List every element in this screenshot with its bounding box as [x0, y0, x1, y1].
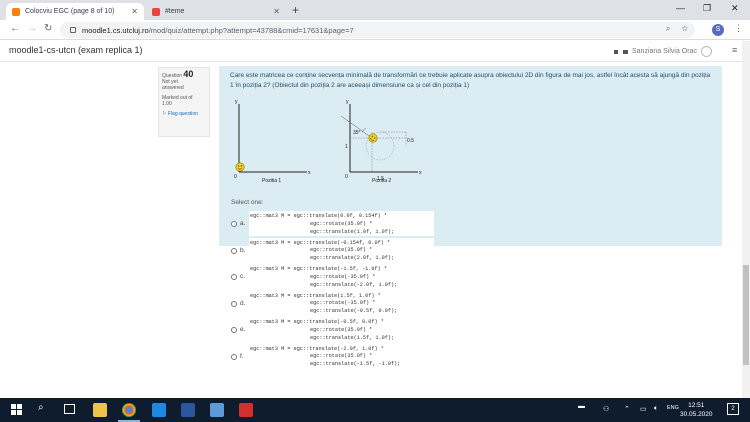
option-letter: c.: [240, 273, 246, 280]
option-a[interactable]: a. egc::mat3 M = egc::translate(0.0f, 0.…: [231, 211, 531, 238]
radio-a[interactable]: [231, 221, 237, 227]
option-letter: e.: [240, 326, 246, 333]
option-letter: f.: [240, 352, 244, 360]
pos1-caption: Pozitia 1: [262, 178, 281, 184]
close-tab-icon[interactable]: ✕: [131, 7, 138, 16]
smiley-pos2-icon: [368, 133, 378, 143]
search-icon[interactable]: ⌕: [38, 402, 44, 413]
moodle-favicon-icon: [12, 7, 20, 16]
quiz-content: Question 40 Not yet answered Marked out …: [0, 62, 742, 398]
tab-title: #teme: [165, 8, 185, 15]
radio-e[interactable]: [231, 327, 237, 333]
notification-icon[interactable]: [614, 49, 618, 54]
option-e[interactable]: e. egc::mat3 M = egc::translate(-0.5f, 0…: [231, 317, 531, 344]
minimize-button[interactable]: —: [676, 3, 685, 13]
hamburger-menu-icon[interactable]: ≡: [732, 45, 737, 55]
pos2-x-label: x: [419, 170, 422, 176]
windows-start-icon[interactable]: [11, 404, 22, 415]
option-letter: a.: [240, 220, 246, 227]
option-b[interactable]: b. egc::mat3 M = egc::translate(-0.154f,…: [231, 237, 531, 265]
tab-title: Colocviu EGC (page 8 of 10): [25, 8, 115, 15]
option-code: egc::mat3 M = egc::translate(1.5f, 1.0f)…: [249, 290, 434, 316]
pos1-x-label: x: [308, 170, 311, 176]
course-title[interactable]: moodle1-cs-utcn (exam replica 1): [9, 45, 143, 55]
option-letter: b.: [240, 246, 246, 254]
browser-toolbar: ← → ↻ moodle1.cs.utcluj.ro/mod/quiz/atte…: [0, 20, 750, 40]
word-icon[interactable]: [181, 403, 195, 417]
option-code: egc::mat3 M = egc::translate(-2.0f, 1.0f…: [249, 343, 434, 369]
smiley-pos1-icon: [235, 162, 245, 172]
moodle-header: moodle1-cs-utcn (exam replica 1) Sanzian…: [0, 41, 742, 62]
photos-icon[interactable]: [210, 403, 224, 417]
close-tab-icon[interactable]: ✕: [273, 7, 280, 16]
transform-figure: y x 0 Pozitia 1 y x 0 35° 0.5 1 1.5 Pozi…: [234, 99, 422, 184]
new-tab-button[interactable]: +: [292, 3, 299, 17]
option-code: egc::mat3 M = egc::translate(-1.5f, -1.0…: [249, 264, 434, 289]
browser-menu-icon[interactable]: ⋮: [734, 23, 743, 34]
pos2-y-label: y: [346, 99, 349, 105]
volume-icon[interactable]: 🔈︎: [654, 405, 658, 413]
reload-icon[interactable]: ↻: [44, 23, 52, 34]
scrollbar-thumb[interactable]: [743, 265, 749, 365]
tray-app-icon[interactable]: ▬: [578, 403, 585, 410]
forward-arrow-icon[interactable]: →: [27, 23, 37, 34]
chrome-icon[interactable]: [122, 403, 136, 417]
avatar: [700, 46, 712, 57]
windows-taskbar: ⌕ ▬ ⚇ ⌃ ▭ 🔈︎ ENG 12:51 30.05.2020 2: [0, 398, 750, 422]
pos2-caption: Pozitia 2: [372, 178, 391, 184]
notification-center-icon[interactable]: 2: [727, 403, 739, 415]
mail-icon[interactable]: [152, 403, 166, 417]
back-arrow-icon[interactable]: ←: [10, 23, 20, 34]
pos2-y-tick: 1: [345, 144, 348, 150]
select-one-label: Select one:: [231, 199, 264, 206]
pos2-angle-label: 35°: [353, 130, 361, 136]
pos1-origin: 0: [234, 174, 237, 180]
user-name: Sanziana Silvia Orac: [632, 48, 697, 55]
favicon-icon: [152, 7, 160, 16]
lock-icon: [70, 27, 76, 33]
option-f[interactable]: f. egc::mat3 M = egc::translate(-2.0f, 1…: [231, 343, 531, 371]
url-path: /mod/quiz/attempt.php?attempt=43788&cmid…: [148, 25, 354, 35]
tab-colocviu[interactable]: Colocviu EGC (page 8 of 10) ✕: [6, 3, 144, 20]
people-icon[interactable]: ⚇: [603, 405, 609, 413]
language-indicator[interactable]: ENG: [667, 405, 679, 411]
browser-tab-strip: Colocviu EGC (page 8 of 10) ✕ #teme ✕ + …: [0, 0, 750, 20]
clock[interactable]: 12:51 30.05.2020: [680, 401, 713, 419]
url-host: moodle1.cs.utcluj.ro: [82, 25, 149, 35]
task-view-icon[interactable]: [64, 404, 75, 414]
user-menu[interactable]: Sanziana Silvia Orac: [614, 46, 712, 57]
answer-options: Select one: a. egc::mat3 M = egc::transl…: [231, 199, 531, 370]
page-scrollbar[interactable]: [742, 41, 750, 398]
tab-teme[interactable]: #teme ✕: [146, 3, 286, 20]
chevron-up-icon[interactable]: ⌃: [624, 405, 630, 413]
option-c[interactable]: c. egc::mat3 M = egc::translate(-1.5f, -…: [231, 264, 531, 291]
file-explorer-icon[interactable]: [93, 403, 107, 417]
acrobat-icon[interactable]: [239, 403, 253, 417]
pos1-y-label: y: [235, 99, 238, 105]
radio-b[interactable]: [231, 247, 237, 254]
pos2-offset-label: 0.5: [407, 138, 414, 144]
clock-date: 30.05.2020: [680, 411, 713, 418]
radio-c[interactable]: [231, 274, 237, 280]
close-window-button[interactable]: ✕: [731, 3, 739, 14]
maximize-button[interactable]: ❐: [703, 3, 711, 14]
message-icon[interactable]: [623, 49, 628, 54]
option-code: egc::mat3 M = egc::translate(0.0f, 0.154…: [249, 211, 434, 236]
zoom-icon[interactable]: ⌕ ☆: [666, 24, 688, 34]
address-bar[interactable]: moodle1.cs.utcluj.ro/mod/quiz/attempt.ph…: [60, 22, 695, 38]
option-letter: d.: [240, 299, 246, 307]
option-code: egc::mat3 M = egc::translate(-0.154f, 0.…: [249, 237, 434, 263]
pos2-origin: 0: [345, 174, 348, 180]
option-code: egc::mat3 M = egc::translate(-0.5f, 0.0f…: [249, 317, 434, 342]
profile-avatar[interactable]: S: [712, 24, 724, 36]
network-icon[interactable]: ▭: [640, 405, 647, 413]
radio-d[interactable]: [231, 300, 237, 307]
radio-f[interactable]: [231, 353, 237, 360]
option-d[interactable]: d. egc::mat3 M = egc::translate(1.5f, 1.…: [231, 290, 531, 318]
clock-time: 12:51: [688, 402, 705, 409]
